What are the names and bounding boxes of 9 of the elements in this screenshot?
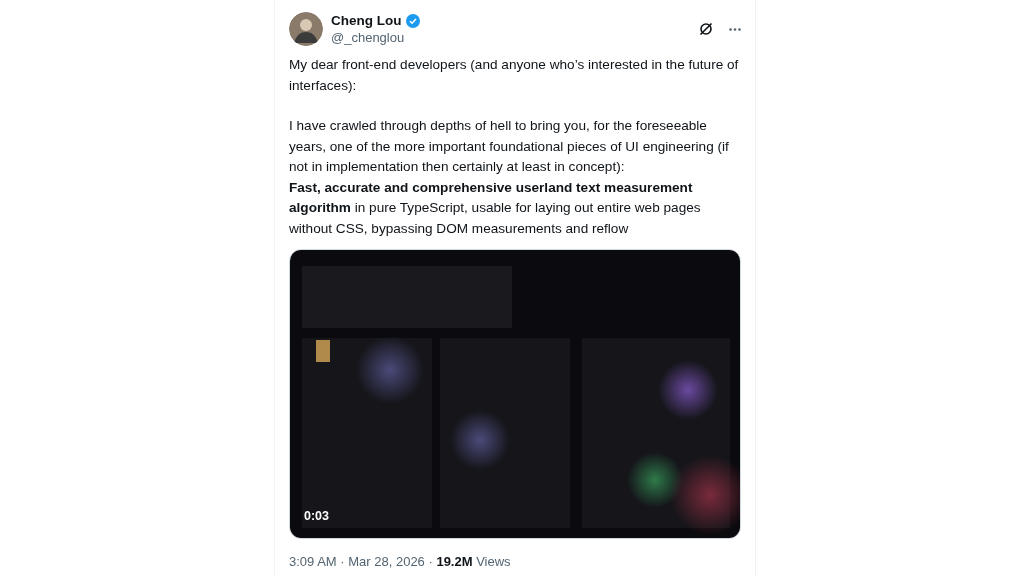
post-text: My dear front-end developers (and anyone who’s interested in the future of interfaces):: [289, 56, 740, 95]
post-text: I have crawled through depths of hell to bring you, for the foreseeable years, one of the more important foundational pieces of UI engineering (if not in implementation then certainly at least in concept):: [289, 117, 730, 176]
post-text: Fast, accurate and comprehensive userland text measurement algorithm in pure TypeScript, usable for laying out entire web pages without CSS, bypassing DOM measurements and reflow: [289, 178, 702, 238]
timestamp-views: 3:09 AM · Mar 28, 2026 · 19.2M Views: [289, 553, 512, 571]
author-name[interactable]: Cheng Lou: [331, 12, 402, 29]
video-duration: 0:03: [304, 508, 330, 526]
more-icon[interactable]: [729, 27, 741, 31]
avatar[interactable]: [289, 12, 323, 46]
author-handle[interactable]: @_chenglou: [331, 29, 699, 46]
